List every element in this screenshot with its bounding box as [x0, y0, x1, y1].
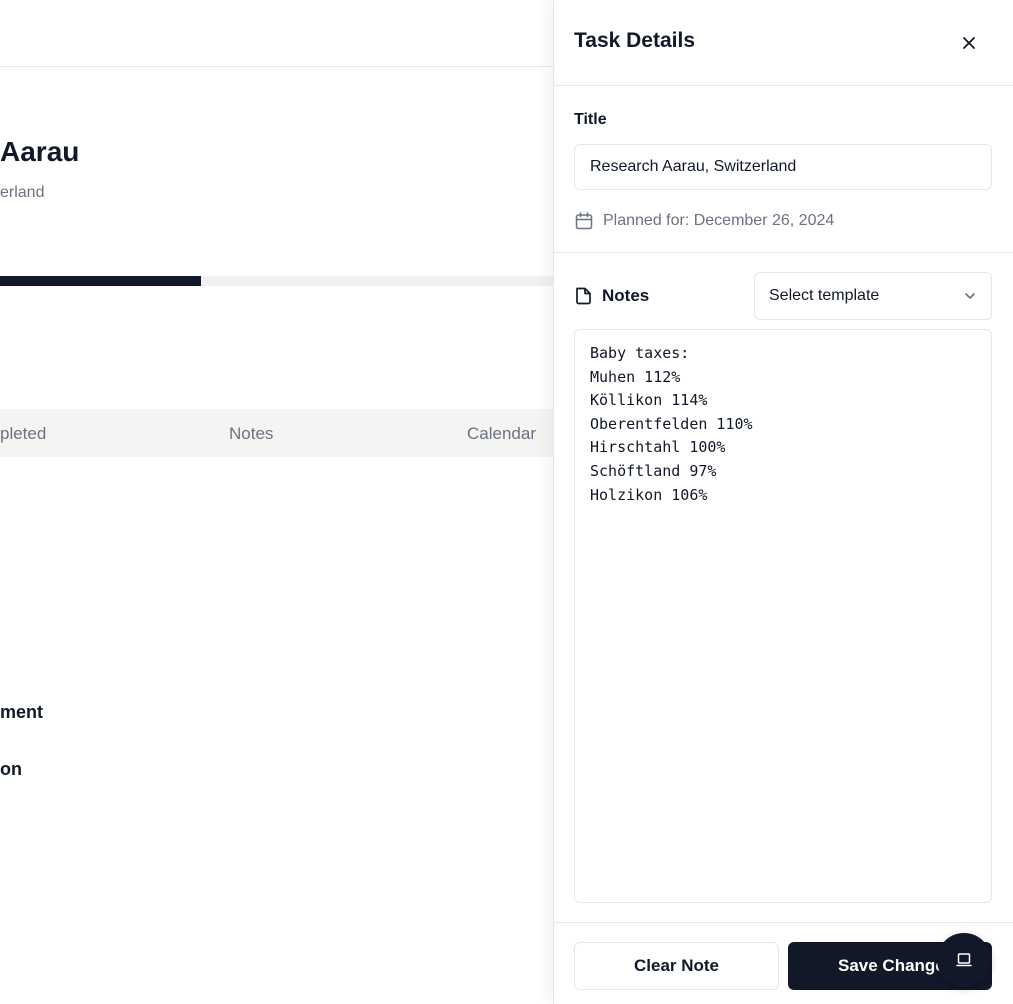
notes-textarea[interactable] — [574, 329, 992, 903]
column-header-completed[interactable]: pleted — [0, 424, 46, 444]
drawer-title: Task Details — [574, 29, 696, 52]
planned-date-text: Planned for: December 26, 2024 — [603, 212, 835, 229]
divider — [554, 252, 1013, 253]
floating-action-button[interactable] — [937, 933, 991, 987]
close-icon — [963, 37, 975, 49]
title-input[interactable] — [574, 144, 992, 190]
drawer-header: Task Details — [554, 0, 1013, 86]
chevron-down-icon — [965, 293, 975, 299]
list-item[interactable]: on — [0, 759, 22, 780]
page-subtitle: erland — [0, 184, 45, 201]
list-item[interactable]: ment — [0, 702, 43, 723]
title-label: Title — [574, 111, 607, 128]
progress-bar-fill — [0, 276, 202, 286]
table-header: pleted Notes Calendar — [0, 409, 553, 457]
template-select[interactable]: Select template — [754, 272, 992, 320]
notes-label: Notes — [602, 286, 650, 305]
notes-header: Notes — [574, 286, 649, 306]
close-button[interactable] — [955, 29, 983, 57]
laptop-icon — [956, 953, 972, 967]
planned-date: Planned for: December 26, 2024 — [574, 211, 834, 231]
task-details-drawer: Task Details Title Planned for: December… — [553, 0, 1013, 1004]
page-header — [0, 0, 553, 67]
column-header-notes[interactable]: Notes — [229, 424, 273, 444]
divider — [554, 922, 1013, 923]
page-title: Aarau — [0, 136, 80, 167]
clear-note-button[interactable]: Clear Note — [574, 942, 779, 990]
document-icon — [576, 287, 591, 305]
progress-bar — [0, 276, 553, 286]
template-select-value: Select template — [769, 287, 880, 304]
column-header-calendar[interactable]: Calendar — [467, 424, 536, 444]
calendar-icon — [575, 212, 593, 230]
background-page: Aarau erland pleted Notes Calendar ment … — [0, 0, 553, 1004]
